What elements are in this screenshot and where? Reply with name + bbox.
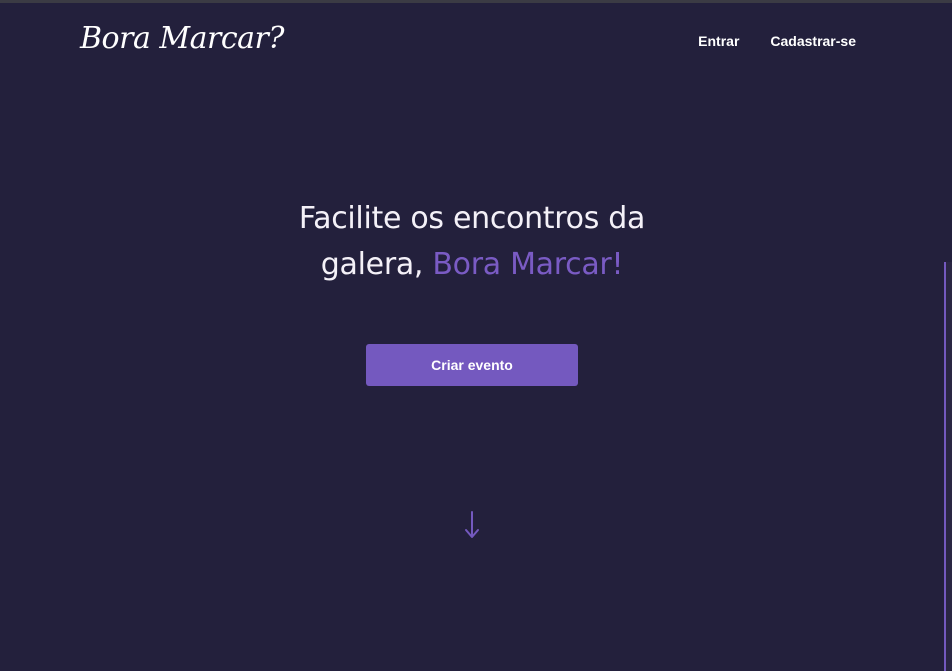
scrollbar[interactable] <box>944 262 952 671</box>
hero-title-highlight: Bora Marcar! <box>432 247 624 282</box>
nav-links: Entrar Cadastrar-se <box>698 32 856 50</box>
logo[interactable]: Bora Marcar? <box>80 19 284 59</box>
arrow-down-icon[interactable] <box>458 504 486 544</box>
hero-title-line1: Facilite os encontros da <box>298 201 646 236</box>
create-event-button[interactable]: Criar evento <box>366 344 578 386</box>
signup-link[interactable]: Cadastrar-se <box>770 32 856 50</box>
login-link[interactable]: Entrar <box>698 32 739 50</box>
navbar: Bora Marcar? Entrar Cadastrar-se <box>0 3 952 75</box>
hero-title: Facilite os encontros da galera, Bora Ma… <box>0 196 944 288</box>
hero-title-line2-prefix: galera, <box>320 247 433 282</box>
hero-section: Facilite os encontros da galera, Bora Ma… <box>0 196 944 288</box>
